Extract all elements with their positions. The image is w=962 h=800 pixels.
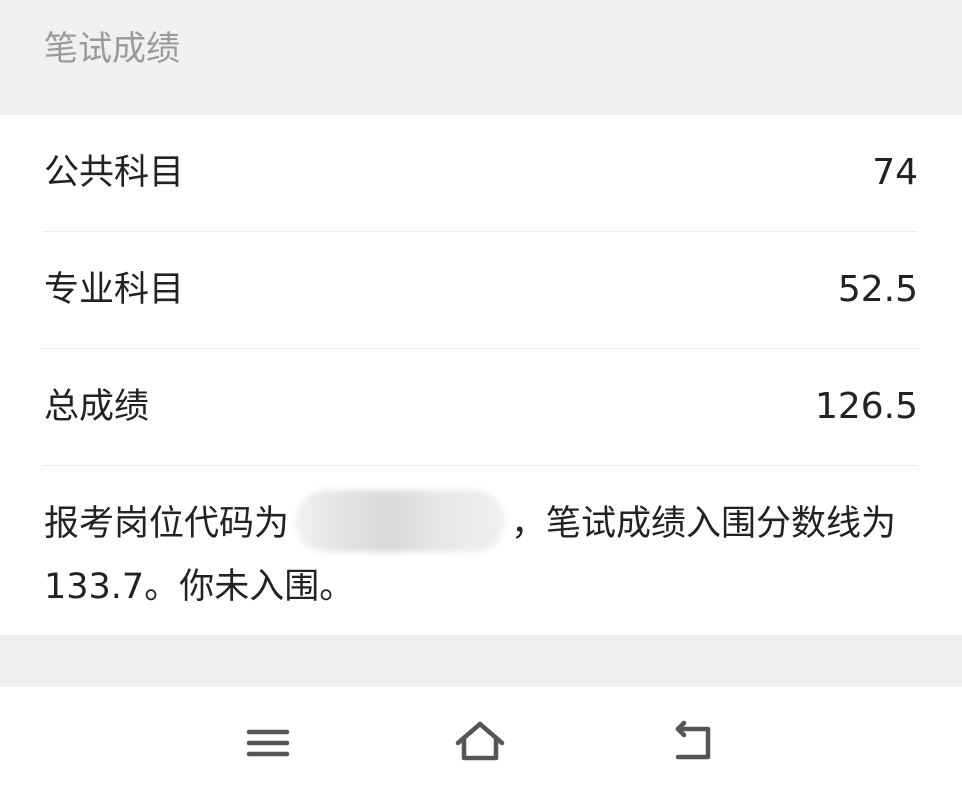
back-icon (675, 720, 711, 760)
section-title: 笔试成绩 (44, 29, 180, 69)
menu-icon (246, 729, 290, 757)
menu-button[interactable] (238, 713, 298, 773)
score-value: 126.5 (814, 386, 918, 427)
score-value: 52.5 (837, 269, 918, 310)
home-icon (455, 721, 505, 761)
score-card: 公共科目 74 专业科目 52.5 总成绩 126.5 报考岗位代码为 ，笔试成绩… (0, 115, 962, 635)
redacted-position-code (295, 490, 506, 552)
result-note-prefix: 报考岗位代码为 (44, 504, 290, 544)
score-value: 74 (872, 152, 918, 193)
section-header: 笔试成绩 (0, 0, 962, 115)
home-button[interactable] (450, 713, 510, 773)
score-row-public: 公共科目 74 (42, 115, 918, 232)
result-note: 报考岗位代码为 ，笔试成绩入围分数线为133.7。你未入围。 (44, 490, 924, 619)
score-label: 公共科目 (44, 153, 185, 193)
section-gap (0, 635, 962, 687)
score-label: 总成绩 (44, 387, 150, 427)
score-label: 专业科目 (44, 270, 185, 310)
score-row-total: 总成绩 126.5 (42, 349, 918, 466)
score-row-professional: 专业科目 52.5 (42, 232, 918, 349)
system-nav-bar (0, 687, 962, 800)
back-button[interactable] (664, 713, 724, 773)
